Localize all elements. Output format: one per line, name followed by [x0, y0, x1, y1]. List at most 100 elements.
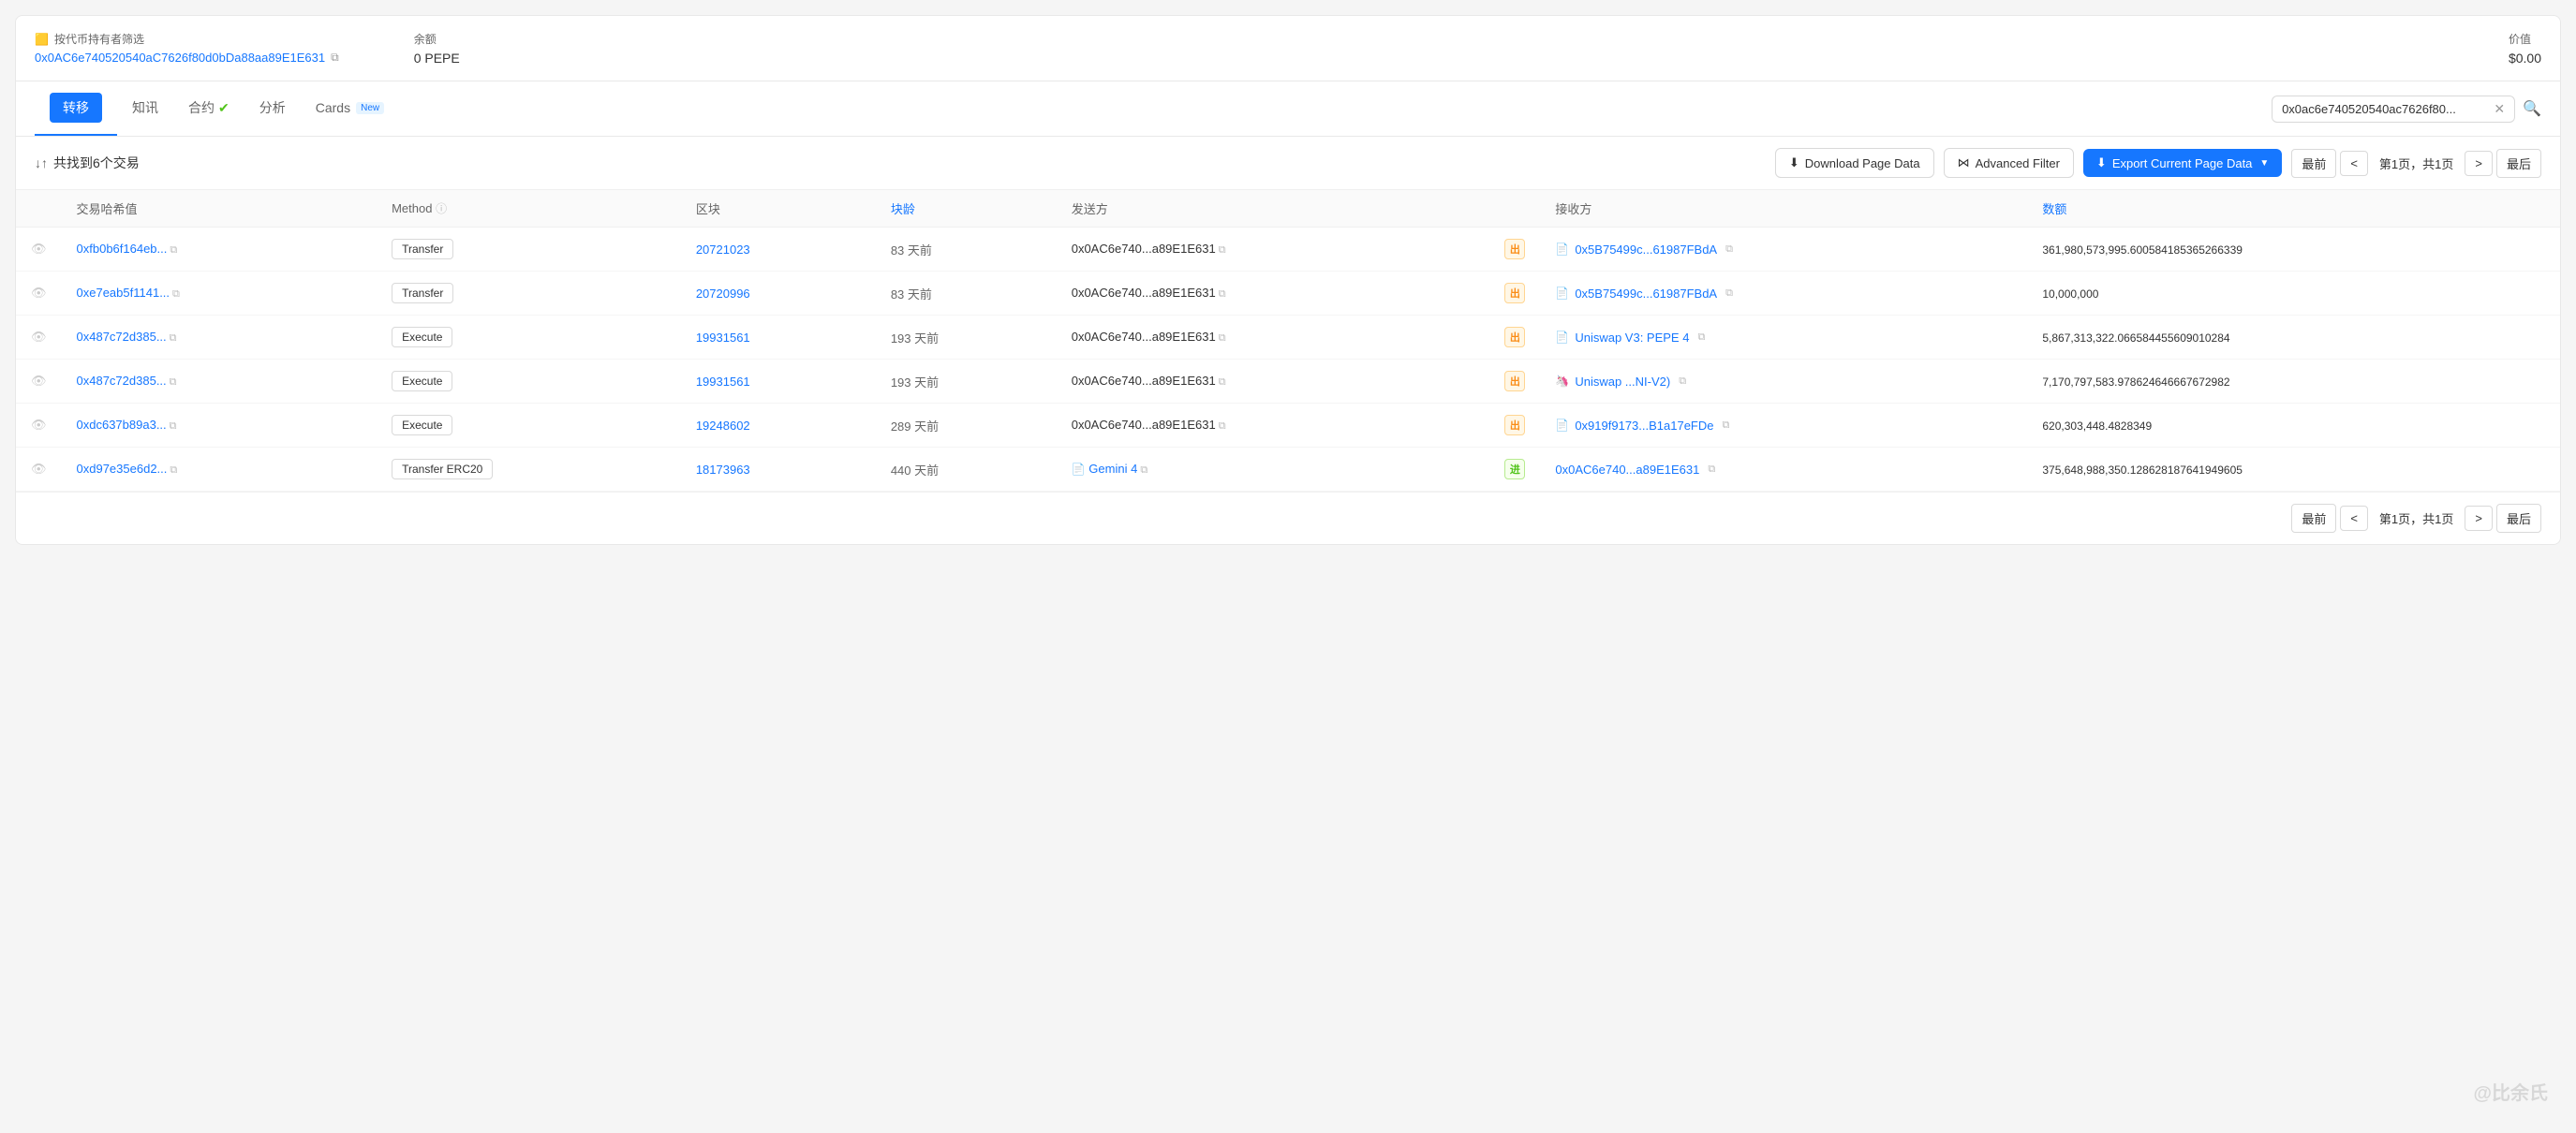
bottom-page-next-button[interactable]: >: [2465, 506, 2493, 531]
bottom-page-last-button[interactable]: 最后: [2496, 504, 2541, 533]
sort-icon[interactable]: ↓↑: [35, 155, 48, 170]
block-link[interactable]: 19248602: [696, 419, 750, 433]
block-link[interactable]: 18173963: [696, 463, 750, 477]
cards-new-badge: New: [356, 102, 384, 114]
age-text: 440 天前: [891, 464, 939, 478]
receiver-copy-icon[interactable]: ⧉: [1720, 419, 1733, 433]
row-method-cell: Transfer: [377, 228, 681, 272]
sender-copy-icon[interactable]: ⧉: [1216, 287, 1229, 301]
download-icon: ⬇: [1789, 155, 1799, 170]
tabs-bar: 转移 知讯 合约 ✔ 分析 Cards New ✕ 🔍: [16, 81, 2560, 137]
eye-icon[interactable]: 👁: [31, 242, 47, 256]
page-next-button[interactable]: >: [2465, 151, 2493, 176]
transfer-btn[interactable]: 转移: [50, 93, 102, 123]
receiver-link[interactable]: Uniswap V3: PEPE 4: [1575, 331, 1689, 345]
search-clear-icon[interactable]: ✕: [2494, 101, 2505, 117]
receiver-link[interactable]: 0x5B75499c...61987FBdA: [1575, 243, 1717, 257]
transactions-table: 交易哈希值 Method ⓘ 区块 块龄 发送方 接收方 数额 👁0xfb0b6…: [16, 190, 2560, 492]
sender-text: 0x0AC6e740...a89E1E631: [1072, 374, 1216, 388]
method-info-icon[interactable]: ⓘ: [436, 202, 447, 215]
receiver-link[interactable]: Uniswap ...NI-V2): [1575, 375, 1670, 389]
pagination-top: 最前 < 第1页，共1页 > 最后: [2291, 149, 2541, 178]
search-box[interactable]: ✕: [2272, 96, 2515, 123]
row-age-cell: 440 天前: [876, 448, 1057, 492]
row-sender-cell: 📄 Gemini 4⧉: [1057, 448, 1490, 492]
hash-link[interactable]: 0x487c72d385...: [77, 374, 167, 388]
eye-icon[interactable]: 👁: [31, 418, 47, 432]
hash-link[interactable]: 0xe7eab5f1141...: [77, 286, 170, 300]
tab-analysis[interactable]: 分析: [244, 87, 301, 130]
row-receiver-cell: 📄0x919f9173...B1a17eFDe⧉: [1540, 404, 2027, 448]
hash-link[interactable]: 0x487c72d385...: [77, 330, 167, 344]
page-prev-button[interactable]: <: [2340, 151, 2368, 176]
bottom-page-prev-button[interactable]: <: [2340, 506, 2368, 531]
receiver-link[interactable]: 0x5B75499c...61987FBdA: [1575, 287, 1717, 301]
hash-copy-icon[interactable]: ⧉: [167, 464, 180, 477]
hash-link[interactable]: 0xfb0b6f164eb...: [77, 242, 168, 256]
eye-icon[interactable]: 👁: [31, 330, 47, 344]
bottom-page-first-button[interactable]: 最前: [2291, 504, 2336, 533]
bottom-page-info: 第1页，共1页: [2372, 509, 2461, 527]
sender-copy-icon[interactable]: ⧉: [1216, 243, 1229, 257]
download-page-data-button[interactable]: ⬇ Download Page Data: [1775, 148, 1934, 178]
address-copy-icon[interactable]: ⧉: [331, 51, 339, 65]
tab-transfer[interactable]: 转移: [35, 81, 117, 136]
table-row: 👁0xe7eab5f1141...⧉Transfer2072099683 天前0…: [16, 272, 2560, 316]
amount-text: 10,000,000: [2042, 287, 2098, 301]
amount-text: 375,648,988,350.128628187641949605: [2042, 464, 2243, 477]
sender-copy-icon[interactable]: ⧉: [1216, 331, 1229, 345]
sender-copy-icon[interactable]: ⧉: [1216, 419, 1229, 433]
eye-icon[interactable]: 👁: [31, 374, 47, 388]
hash-link[interactable]: 0xdc637b89a3...: [77, 418, 167, 432]
amount-text: 7,170,797,583.978624646667672982: [2042, 375, 2229, 389]
row-age-cell: 193 天前: [876, 360, 1057, 404]
sender-doc-icon: 📄: [1072, 463, 1086, 476]
sender-copy-icon[interactable]: ⧉: [1137, 464, 1150, 477]
col-receiver: 接收方: [1540, 190, 2027, 228]
row-hash-cell: 0xd97e35e6d2...⧉: [62, 448, 378, 492]
receiver-copy-icon[interactable]: ⧉: [1695, 331, 1708, 345]
block-link[interactable]: 19931561: [696, 375, 750, 389]
tab-cards[interactable]: Cards New: [301, 89, 399, 128]
page-first-button[interactable]: 最前: [2291, 149, 2336, 178]
block-link[interactable]: 20721023: [696, 243, 750, 257]
search-input[interactable]: [2282, 102, 2488, 116]
hash-copy-icon[interactable]: ⧉: [167, 243, 180, 257]
receiver-copy-icon[interactable]: ⧉: [1676, 375, 1689, 389]
search-trigger-icon[interactable]: 🔍: [2523, 99, 2541, 118]
address-link[interactable]: 0x0AC6e740520540aC7626f80d0bDa88aa89E1E6…: [35, 51, 325, 65]
receiver-copy-icon[interactable]: ⧉: [1705, 463, 1718, 477]
col-direction: [1489, 190, 1540, 228]
hash-copy-icon[interactable]: ⧉: [167, 375, 180, 389]
receiver-copy-icon[interactable]: ⧉: [1723, 243, 1736, 257]
row-direction-cell: 出: [1489, 404, 1540, 448]
hash-copy-icon[interactable]: ⧉: [167, 419, 180, 433]
hash-link[interactable]: 0xd97e35e6d2...: [77, 462, 168, 476]
filter-label: 🟨 按代币持有者筛选: [35, 31, 339, 47]
row-eye-cell: 👁: [16, 360, 62, 404]
direction-badge: 出: [1504, 327, 1525, 347]
eye-icon[interactable]: 👁: [31, 286, 47, 300]
page-last-button[interactable]: 最后: [2496, 149, 2541, 178]
hash-copy-icon[interactable]: ⧉: [170, 287, 183, 301]
export-current-page-button[interactable]: ⬇ Export Current Page Data ▼: [2083, 149, 2282, 177]
block-link[interactable]: 19931561: [696, 331, 750, 345]
block-link[interactable]: 20720996: [696, 287, 750, 301]
filter-section: 🟨 按代币持有者筛选 0x0AC6e740520540aC7626f80d0bD…: [35, 31, 339, 65]
filter-label-text: 按代币持有者筛选: [54, 31, 144, 47]
col-amount: 数额: [2027, 190, 2560, 228]
tab-contract[interactable]: 合约 ✔: [173, 87, 244, 130]
tab-knowledge[interactable]: 知讯: [117, 87, 173, 130]
eye-icon[interactable]: 👁: [31, 462, 47, 476]
knowledge-label: 知讯: [132, 98, 158, 117]
receiver-link[interactable]: 0x919f9173...B1a17eFDe: [1575, 419, 1713, 433]
advanced-filter-button[interactable]: ⋈ Advanced Filter: [1944, 148, 2074, 178]
receiver-link[interactable]: 0x0AC6e740...a89E1E631: [1555, 463, 1699, 477]
sender-link[interactable]: Gemini 4: [1088, 462, 1137, 476]
value-section: 价值 $0.00: [2509, 31, 2541, 66]
receiver-copy-icon[interactable]: ⧉: [1723, 287, 1736, 301]
hash-copy-icon[interactable]: ⧉: [167, 331, 180, 345]
contract-label: 合约: [188, 98, 215, 117]
row-direction-cell: 出: [1489, 272, 1540, 316]
sender-copy-icon[interactable]: ⧉: [1216, 375, 1229, 389]
